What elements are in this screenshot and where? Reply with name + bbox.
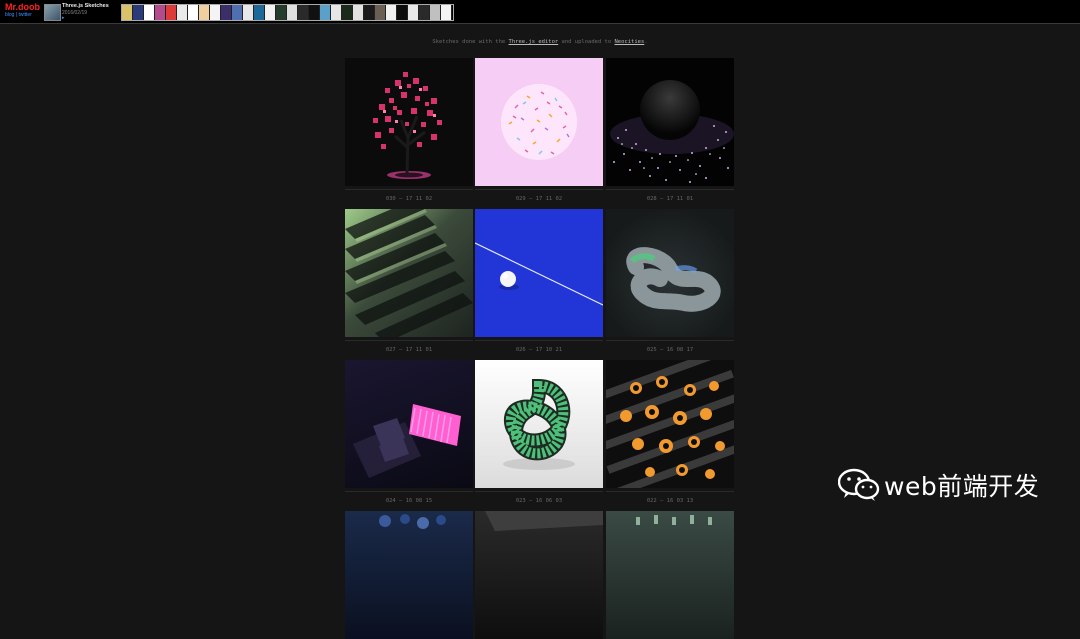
project-thumb-3[interactable] [155, 5, 166, 20]
wechat-icon [838, 468, 880, 501]
sketch-item[interactable]: 022 — 16 03 13 [606, 360, 734, 505]
sketch-caption[interactable]: 022 — 16 03 13 [606, 497, 734, 505]
project-thumb-20[interactable] [342, 5, 353, 20]
sketch-thumbnail-green-pins[interactable] [606, 511, 734, 639]
project-link[interactable]: ▸ [62, 16, 109, 21]
project-thumb-11[interactable] [243, 5, 254, 20]
project-info: Three.js Sketches 2016/02/19 ▸ [62, 3, 109, 21]
project-thumb-8[interactable] [210, 5, 221, 20]
divider [606, 340, 734, 341]
project-thumb-14[interactable] [276, 5, 287, 20]
brand-links[interactable]: blog | twitter [5, 12, 40, 19]
sketch-item[interactable]: 027 — 17 11 01 [345, 209, 473, 354]
project-thumb-23[interactable] [375, 5, 386, 20]
sketch-item[interactable] [475, 511, 603, 639]
sketch-caption[interactable]: 023 — 16 06 03 [475, 497, 603, 505]
project-thumb-25[interactable] [397, 5, 408, 20]
divider [345, 491, 473, 492]
watermark: web前端开发 [838, 468, 1039, 502]
project-thumb-29[interactable] [441, 5, 452, 20]
divider [345, 340, 473, 341]
sketch-thumbnail-orange-cutouts[interactable] [606, 360, 734, 488]
sketch-item[interactable]: 026 — 17 10 21 [475, 209, 603, 354]
sketch-item[interactable]: 030 — 17 11 02 [345, 58, 473, 203]
project-thumb-5[interactable] [177, 5, 188, 20]
project-thumb-2[interactable] [144, 5, 155, 20]
project-thumb-12[interactable] [254, 5, 265, 20]
sketch-thumbnail-chrome-worm[interactable] [606, 209, 734, 337]
sketch-item[interactable]: 025 — 16 08 17 [606, 209, 734, 354]
intro-middle: and uploaded to [558, 39, 615, 45]
sketch-item[interactable]: 024 — 16 08 15 [345, 360, 473, 505]
sketch-thumbnail-dark-box[interactable] [475, 511, 603, 639]
project-thumb-24[interactable] [386, 5, 397, 20]
project-thumb-0[interactable] [122, 5, 133, 20]
sketch-thumbnail-ball-on-blue[interactable] [475, 209, 603, 337]
projects-strip [121, 4, 454, 21]
sketch-thumbnail-particle-sphere[interactable] [475, 58, 603, 186]
divider [475, 491, 603, 492]
project-thumb-1[interactable] [133, 5, 144, 20]
project-thumb-4[interactable] [166, 5, 177, 20]
project-thumb-16[interactable] [298, 5, 309, 20]
divider [475, 189, 603, 190]
intro-text: Sketches done with the Three.js editor a… [0, 38, 1080, 46]
sketch-thumbnail-planet-ring[interactable] [606, 58, 734, 186]
project-thumb-18[interactable] [320, 5, 331, 20]
project-thumb-28[interactable] [430, 5, 441, 20]
brand-name[interactable]: Mr.doob [5, 3, 40, 12]
project-thumb-26[interactable] [408, 5, 419, 20]
top-bar: Mr.doob blog | twitter Three.js Sketches… [0, 0, 1080, 24]
sketch-item[interactable]: 029 — 17 11 02 [475, 58, 603, 203]
divider [475, 340, 603, 341]
sketch-thumbnail-blue-spheres[interactable] [345, 511, 473, 639]
project-thumb-9[interactable] [221, 5, 232, 20]
project-thumb-10[interactable] [232, 5, 243, 20]
neocities-link[interactable]: Neocities [615, 39, 645, 45]
watermark-text: web前端开发 [884, 472, 1040, 501]
threejs-editor-link[interactable]: Three.js editor [509, 39, 559, 45]
sketch-caption[interactable]: 030 — 17 11 02 [345, 195, 473, 203]
sketch-item[interactable]: 028 — 17 11 01 [606, 58, 734, 203]
divider [606, 189, 734, 190]
project-thumb-13[interactable] [265, 5, 276, 20]
sketch-thumbnail-green-knot[interactable] [475, 360, 603, 488]
divider [606, 491, 734, 492]
intro-before: Sketches done with the [432, 39, 509, 45]
project-thumb-6[interactable] [188, 5, 199, 20]
sketch-item[interactable] [345, 511, 473, 639]
project-thumb-17[interactable] [309, 5, 320, 20]
project-thumb-27[interactable] [419, 5, 430, 20]
sketch-item[interactable] [606, 511, 734, 639]
project-thumb-19[interactable] [331, 5, 342, 20]
sketch-item[interactable]: 023 — 16 06 03 [475, 360, 603, 505]
sketch-caption[interactable]: 024 — 16 08 15 [345, 497, 473, 505]
sketch-thumbnail-green-steps[interactable] [345, 209, 473, 337]
divider [345, 189, 473, 190]
sketch-caption[interactable]: 026 — 17 10 21 [475, 346, 603, 354]
sketch-caption[interactable]: 025 — 16 08 17 [606, 346, 734, 354]
sketch-caption[interactable]: 027 — 17 11 01 [345, 346, 473, 354]
project-thumb-21[interactable] [353, 5, 364, 20]
intro-after: . [644, 39, 648, 45]
sketch-thumbnail-cherry-tree[interactable] [345, 58, 473, 186]
sketch-caption[interactable]: 028 — 17 11 01 [606, 195, 734, 203]
sketch-thumbnail-pink-prism[interactable] [345, 360, 473, 488]
project-thumb-15[interactable] [287, 5, 298, 20]
project-thumb-7[interactable] [199, 5, 210, 20]
project-thumbnail[interactable] [44, 4, 61, 21]
project-thumb-22[interactable] [364, 5, 375, 20]
project-title[interactable]: Three.js Sketches [62, 3, 109, 10]
sketch-caption[interactable]: 029 — 17 11 02 [475, 195, 603, 203]
brand[interactable]: Mr.doob blog | twitter [5, 3, 40, 19]
